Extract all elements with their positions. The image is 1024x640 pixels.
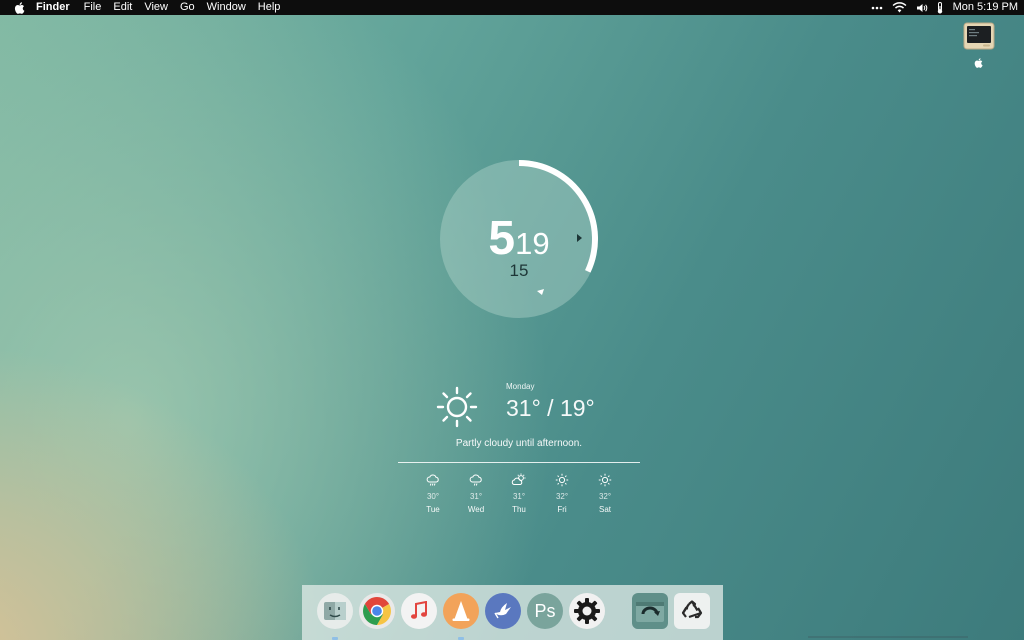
sun-icon: [436, 386, 478, 433]
dock-finder[interactable]: [317, 593, 353, 629]
forecast-day-label: Thu: [512, 505, 526, 514]
sun-icon: [588, 472, 622, 488]
dock-shelf-shadow: [808, 636, 968, 638]
chrome-icon: [363, 597, 391, 625]
forecast-temp: 31°: [512, 492, 526, 501]
menu-bar-clock[interactable]: Mon 5:19 PM: [953, 0, 1018, 15]
mail-bird-icon: [494, 603, 511, 619]
forecast-day: 31° Thu: [502, 472, 536, 514]
partly-cloudy-icon: [502, 472, 536, 488]
menu-bar-left: Finder File Edit View Go Window Help: [0, 0, 292, 15]
dock-trash[interactable]: [674, 593, 710, 629]
menu-file[interactable]: File: [84, 0, 102, 15]
forecast-day-label: Tue: [426, 505, 440, 514]
music-note-icon: [411, 601, 427, 619]
menu-bar: Finder File Edit View Go Window Help Mon…: [0, 0, 1024, 15]
weather-summary: Partly cloudy until afternoon.: [455, 438, 583, 449]
wifi-icon[interactable]: [892, 0, 907, 15]
forecast-day-label: Wed: [467, 505, 485, 514]
forecast: 30° Tue 31° Wed 31° Thu 32° Fri 32° Sat: [416, 472, 642, 520]
menu-app-name[interactable]: Finder: [36, 0, 70, 15]
forecast-day: 32° Fri: [545, 472, 579, 514]
dock-mail[interactable]: [485, 593, 521, 629]
sun-icon: [545, 472, 579, 488]
forecast-temp: 30°: [426, 492, 440, 501]
weather-temperature: 31° / 19°: [506, 395, 595, 421]
clock-seconds: 15: [509, 261, 529, 280]
desktop-computer-icon[interactable]: [963, 22, 995, 68]
recycle-icon: [681, 600, 703, 619]
menu-bar-status: Mon 5:19 PM: [862, 0, 1018, 15]
forecast-day-label: Fri: [557, 505, 567, 514]
finder-icon: [324, 602, 346, 620]
photoshop-label: Ps: [534, 600, 556, 621]
gear-icon: [574, 598, 600, 624]
apple-badge-icon: [974, 55, 983, 73]
dock-music[interactable]: [401, 593, 437, 629]
apple-logo-icon[interactable]: [14, 0, 28, 15]
time-machine-icon: [636, 602, 664, 622]
menu-window[interactable]: Window: [207, 0, 246, 15]
dock-time-machine[interactable]: [632, 593, 668, 629]
clock-minute: 19: [515, 226, 550, 261]
dock-photoshop[interactable]: Ps: [527, 593, 563, 629]
forecast-temp: 32°: [598, 492, 612, 501]
forecast-temp: 31°: [469, 492, 483, 501]
forecast-day: 30° Tue: [416, 472, 450, 514]
dock: Ps: [302, 585, 723, 640]
menu-edit[interactable]: Edit: [113, 0, 132, 15]
forecast-day-label: Sat: [598, 505, 611, 514]
computer-icon: [963, 22, 995, 50]
forecast-day: 32° Sat: [588, 472, 622, 514]
clock-time: 519: [436, 211, 602, 266]
menu-go[interactable]: Go: [180, 0, 195, 15]
forecast-day: 31° Wed: [459, 472, 493, 514]
dock-settings[interactable]: [569, 593, 605, 629]
clock-widget: 519 15: [436, 156, 602, 322]
thermometer-icon[interactable]: [937, 0, 943, 15]
rain-cloud-icon: [416, 472, 450, 488]
vlc-cone-icon: [452, 601, 470, 621]
menu-help[interactable]: Help: [258, 0, 281, 15]
dock-chrome[interactable]: [359, 593, 395, 629]
forecast-temp: 32°: [555, 492, 569, 501]
volume-icon[interactable]: [916, 0, 928, 15]
rain-cloud-icon: [459, 472, 493, 488]
clock-hour: 5: [488, 212, 515, 265]
more-icon[interactable]: [871, 0, 883, 15]
weather-divider: [398, 462, 640, 463]
weather-day: Monday: [506, 382, 535, 391]
dock-vlc[interactable]: [443, 593, 479, 629]
menu-view[interactable]: View: [144, 0, 168, 15]
